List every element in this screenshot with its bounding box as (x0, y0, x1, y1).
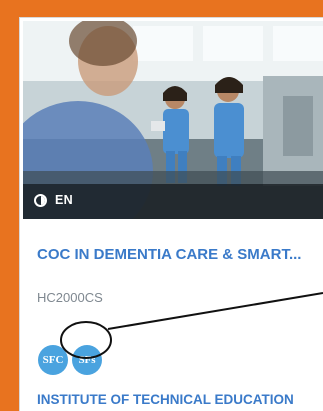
provider-name: INSTITUTE OF TECHNICAL EDUCATION (37, 392, 294, 407)
language-bar: EN (23, 184, 323, 219)
sfs-badge: SFs (72, 345, 102, 375)
sfc-badge: SFC (38, 345, 68, 375)
course-code: HC2000CS (37, 290, 103, 305)
course-card[interactable]: EN COC IN DEMENTIA CARE & SMART... HC200… (19, 17, 323, 411)
course-title[interactable]: COC IN DEMENTIA CARE & SMART... (37, 244, 307, 266)
contrast-half-circle-icon (34, 194, 47, 207)
language-label: EN (55, 193, 73, 207)
